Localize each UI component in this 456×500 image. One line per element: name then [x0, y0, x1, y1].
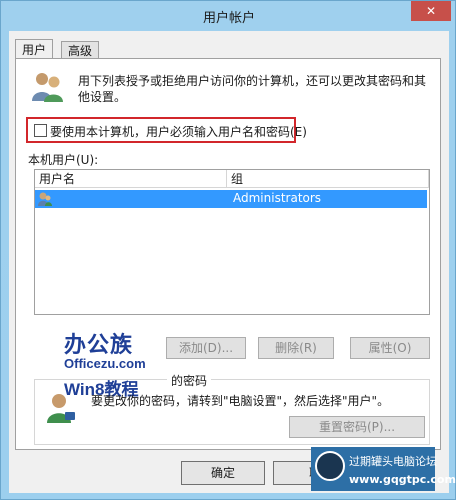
reset-password-button[interactable]: 重置密码(P)...: [289, 416, 425, 438]
column-header-group[interactable]: 组: [227, 170, 429, 188]
require-password-row: 要使用本计算机，用户必须输入用户名和密码(E): [26, 117, 307, 143]
row-group: Administrators: [233, 191, 322, 205]
remove-user-button[interactable]: 删除(R): [258, 337, 334, 359]
tab-advanced[interactable]: 高级: [61, 41, 100, 59]
person-icon: [47, 394, 75, 423]
users-tab-panel: 用下列表授予或拒绝用户访问你的计算机，还可以更改其密码和其他设置。 要使用本计算…: [15, 58, 441, 450]
window-title: 用户帐户: [202, 11, 255, 26]
table-row[interactable]: Administrators: [35, 190, 427, 208]
dialog-client-area: 用户 高级 用下列表授予或拒绝用户访问你的计算机，还可以更改其密码和其他设置。 …: [9, 31, 449, 493]
title-bar: 用户帐户 ✕: [1, 1, 456, 29]
watermark-line1: 过期罐头电脑论坛: [349, 455, 437, 468]
forum-logo-icon: [315, 451, 345, 481]
local-users-label: 本机用户(U):: [28, 153, 99, 167]
password-group-title: 的密码: [167, 372, 212, 389]
logo-line2: Officezu.com: [64, 356, 146, 371]
forum-watermark: 过期罐头电脑论坛 www.gqgtpc.com: [311, 447, 456, 491]
add-user-button[interactable]: 添加(D)...: [166, 337, 246, 359]
require-password-label[interactable]: 要使用本计算机，用户必须输入用户名和密码(E): [50, 123, 307, 140]
watermark-line2: www.gqgtpc.com: [349, 473, 456, 486]
require-password-checkbox[interactable]: [34, 124, 47, 137]
tab-users[interactable]: 用户: [15, 39, 54, 59]
password-groupbox: 的密码 要更改你的密码，请转到"电脑设置"，然后选择"用户"。 重置密码(P).…: [34, 372, 430, 445]
ok-button[interactable]: 确定: [181, 461, 265, 485]
user-icon: [38, 192, 52, 206]
users-listview[interactable]: 用户名 组 Administrators: [34, 169, 430, 315]
users-icon: [32, 73, 63, 102]
user-accounts-window: 用户帐户 ✕ 用户 高级 用下列表授予或拒绝用户访问你的计算机，还可以更改其密码…: [0, 0, 456, 500]
column-header-username[interactable]: 用户名: [35, 170, 227, 188]
password-group-desc: 要更改你的密码，请转到"电脑设置"，然后选择"用户"。: [91, 394, 390, 408]
close-button[interactable]: ✕: [411, 1, 451, 21]
logo-line1: 办公族: [64, 332, 134, 357]
intro-text: 用下列表授予或拒绝用户访问你的计算机，还可以更改其密码和其他设置。: [78, 74, 427, 104]
properties-button[interactable]: 属性(O): [350, 337, 430, 359]
